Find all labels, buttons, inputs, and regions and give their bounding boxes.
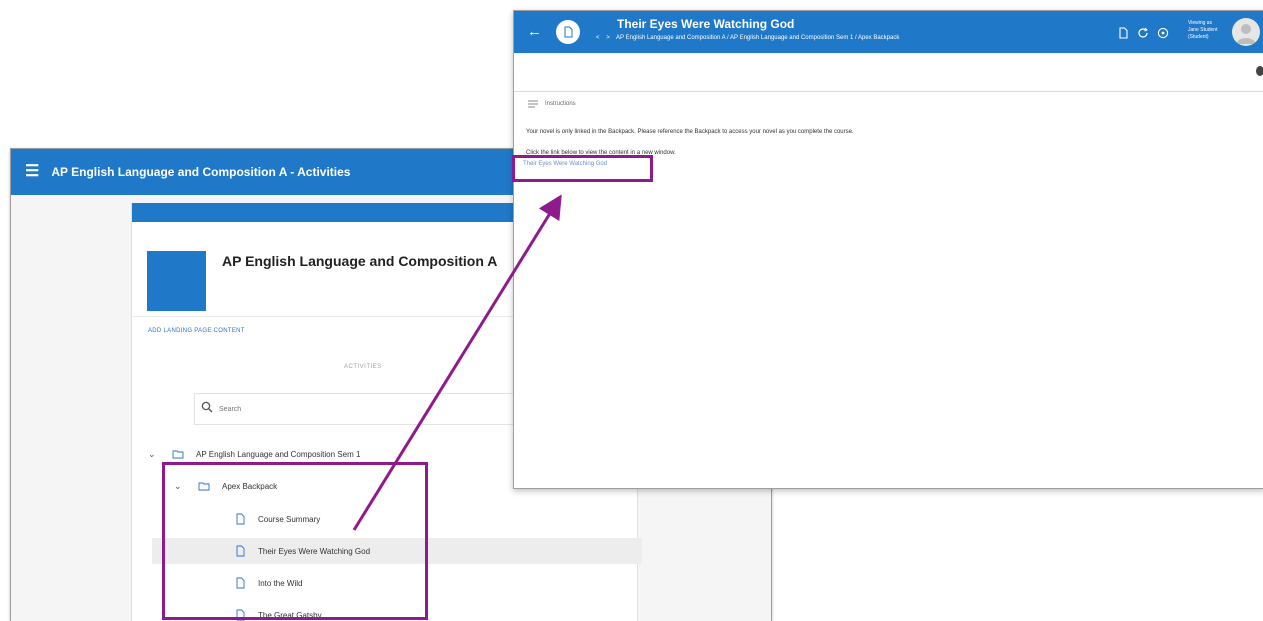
list-icon — [528, 100, 538, 108]
document-icon — [556, 20, 580, 44]
activities-label: ACTIVITIES — [344, 364, 382, 370]
reader-title: Their Eyes Were Watching God — [617, 17, 795, 31]
breadcrumb-path[interactable]: AP English Language and Composition A / … — [616, 35, 899, 41]
course-thumbnail — [147, 251, 206, 311]
instructions-paragraph: Your novel is only linked in the Backpac… — [526, 129, 854, 135]
folder-icon — [172, 448, 184, 460]
reader-window: ← Their Eyes Were Watching God < > AP En… — [513, 10, 1263, 489]
course-title: AP English Language and Composition A — [222, 253, 498, 269]
reader-toolbar — [514, 53, 1263, 92]
search-icon — [201, 400, 213, 418]
document-icon[interactable] — [1117, 26, 1129, 39]
back-arrow-icon[interactable]: ← — [527, 23, 542, 40]
next-arrow-icon[interactable]: > — [606, 35, 610, 41]
top-mark: ' — [527, 0, 529, 6]
prev-arrow-icon[interactable]: < — [596, 35, 600, 41]
user-line: Jane Student — [1188, 27, 1218, 33]
more-options-icon[interactable] — [1256, 66, 1263, 76]
avatar[interactable] — [1232, 18, 1260, 46]
tree-root-label: AP English Language and Composition Sem … — [196, 449, 361, 459]
add-landing-page-link[interactable]: ADD LANDING PAGE CONTENT — [148, 328, 245, 334]
highlight-box-backpack — [162, 462, 428, 620]
user-line: (Student) — [1188, 34, 1209, 40]
refresh-icon[interactable] — [1137, 26, 1149, 38]
help-icon[interactable] — [1157, 26, 1169, 39]
chevron-down-icon[interactable]: ⌄ — [148, 449, 158, 460]
instructions-heading: Instructions — [527, 99, 576, 109]
highlight-box-link — [512, 155, 653, 182]
reader-header: ← Their Eyes Were Watching God < > AP En… — [514, 11, 1263, 53]
hamburger-icon[interactable]: ☰ — [25, 164, 39, 180]
user-info[interactable]: Viewing as Jane Student (Student) — [1188, 20, 1217, 41]
breadcrumb: < > AP English Language and Composition … — [596, 35, 899, 41]
activities-header-title: AP English Language and Composition A - … — [51, 165, 351, 179]
user-line: Viewing as — [1188, 20, 1213, 26]
instructions-label: Instructions — [545, 101, 576, 107]
